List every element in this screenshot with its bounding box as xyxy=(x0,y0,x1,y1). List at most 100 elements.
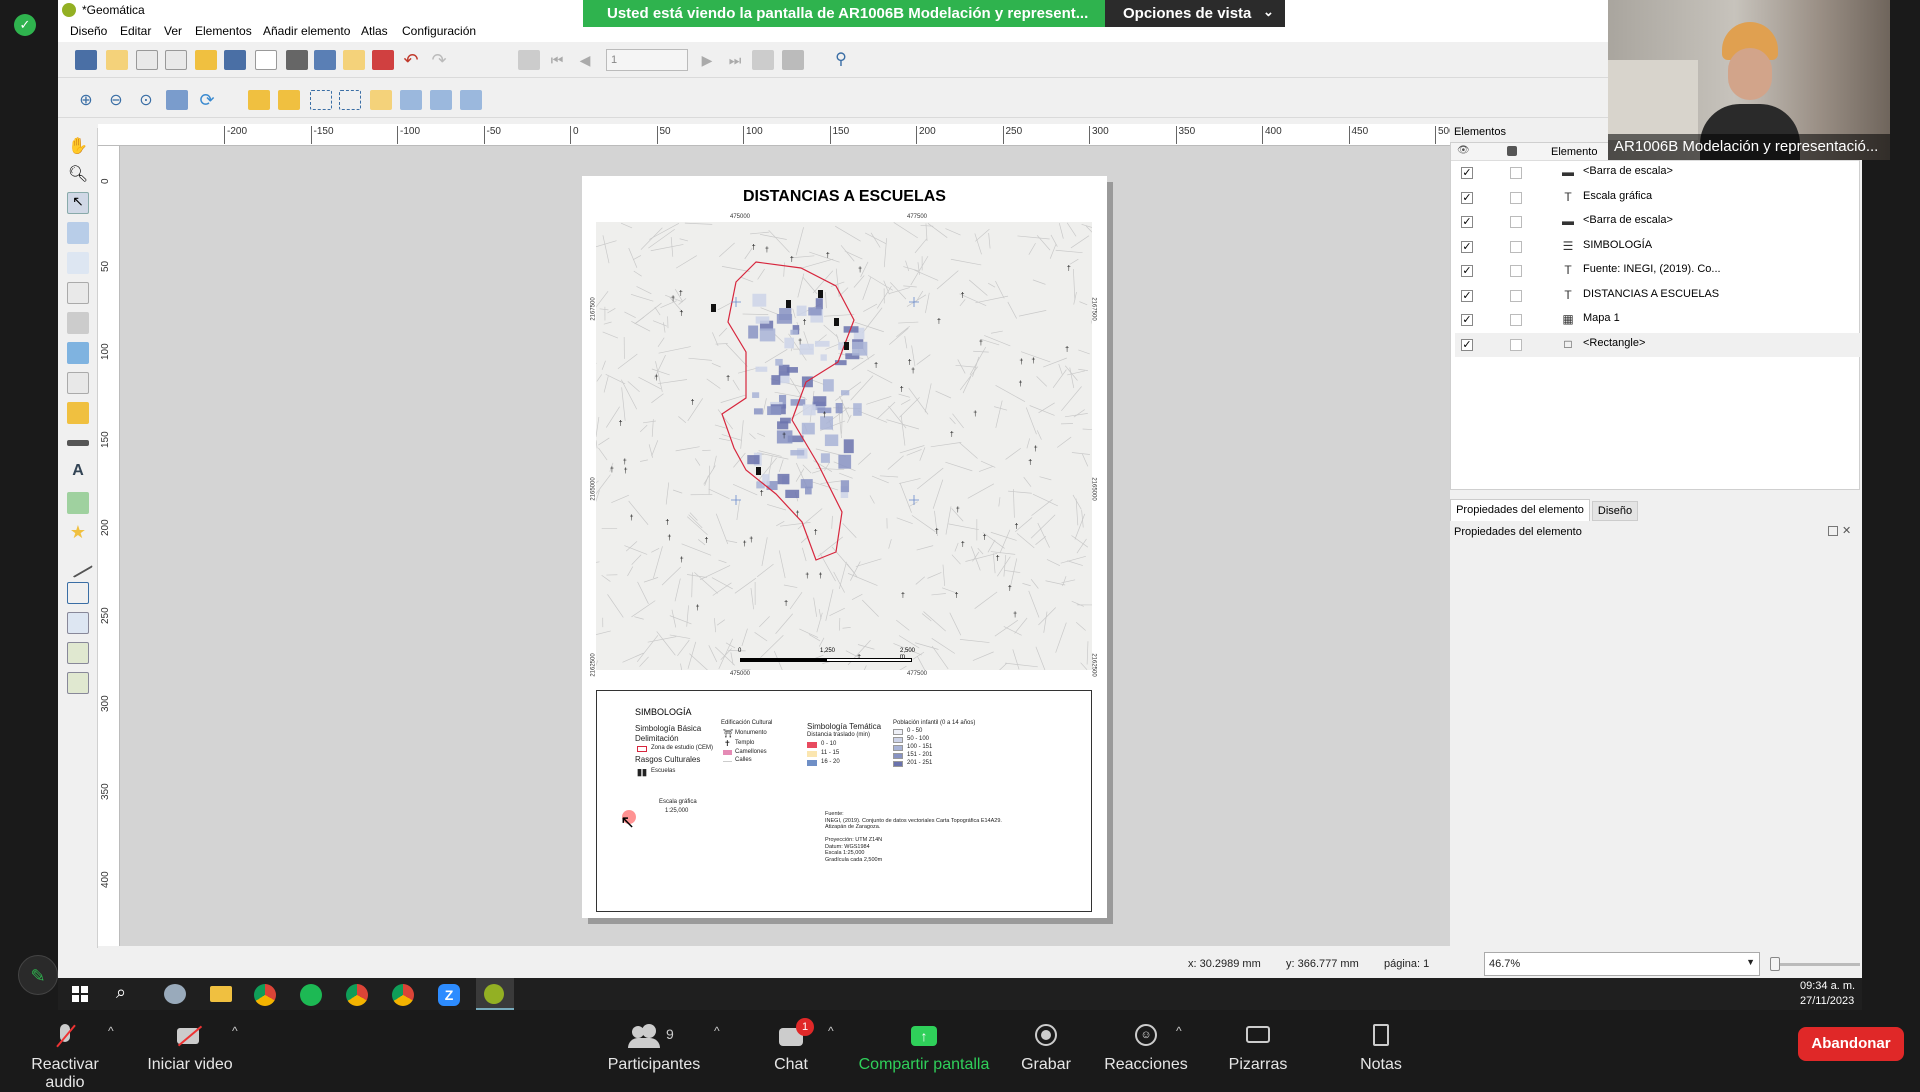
add-fixed-table-icon[interactable] xyxy=(67,672,89,694)
zoom-app-icon[interactable]: Z xyxy=(438,984,460,1006)
reactions-chevron-icon[interactable]: ^ xyxy=(1176,1024,1182,1038)
zoom-slider[interactable] xyxy=(1770,963,1860,966)
add-shape-icon[interactable] xyxy=(67,492,89,514)
chrome-icon-3[interactable] xyxy=(392,984,414,1006)
participant-video[interactable]: AR1006B Modelación y representació... xyxy=(1608,0,1890,160)
raise-items-icon[interactable] xyxy=(370,90,392,110)
export-pdf-icon[interactable] xyxy=(372,50,394,70)
group-items-icon[interactable] xyxy=(310,90,332,110)
prev-feature-icon[interactable]: ◀ xyxy=(574,50,596,70)
column-header-element[interactable]: Elemento xyxy=(1551,146,1597,158)
atlas-preview-icon[interactable] xyxy=(518,50,540,70)
visibility-checkbox[interactable]: ✓ xyxy=(1461,241,1473,253)
unmute-audio-button[interactable]: Reactivar audio xyxy=(10,1024,120,1092)
distribute-icon[interactable] xyxy=(430,90,452,110)
qgis-taskbar-icon[interactable] xyxy=(476,978,514,1010)
zoom-tool-icon[interactable]: 🔍︎ xyxy=(67,164,89,186)
chrome-icon-2[interactable] xyxy=(346,984,368,1006)
menu-elementos[interactable]: Elementos xyxy=(195,24,252,38)
scale-bar[interactable]: 0 1,250 2,500 m xyxy=(740,652,912,666)
lock-checkbox[interactable] xyxy=(1510,241,1522,253)
next-feature-icon[interactable]: ▶ xyxy=(696,50,718,70)
layout-canvas[interactable]: DISTANCIAS A ESCUELAS ††††††††††††††††††… xyxy=(120,146,1496,946)
participants-chevron-icon[interactable]: ^ xyxy=(714,1024,720,1038)
export-svg-icon[interactable] xyxy=(343,50,365,70)
item-row[interactable]: ✓TFuente: INEGI, (2019). Co... xyxy=(1455,259,1861,283)
save-template-icon[interactable] xyxy=(224,50,246,70)
add-page-icon[interactable] xyxy=(255,50,277,70)
menu-anadir-elemento[interactable]: Añadir elemento xyxy=(263,24,350,38)
float-panel-icon[interactable] xyxy=(1828,526,1838,536)
lock-checkbox[interactable] xyxy=(1510,167,1522,179)
lock-checkbox[interactable] xyxy=(1510,265,1522,277)
menu-configuracion[interactable]: Configuración xyxy=(402,24,476,38)
add-picture-icon[interactable] xyxy=(67,372,89,394)
chat-chevron-icon[interactable]: ^ xyxy=(828,1024,834,1038)
lock-checkbox[interactable] xyxy=(1510,216,1522,228)
tab-design[interactable]: Diseño xyxy=(1592,501,1638,521)
item-row[interactable]: ✓▬<Barra de escala> xyxy=(1455,210,1861,234)
tab-item-properties[interactable]: Propiedades del elemento xyxy=(1450,499,1590,521)
new-layout-icon[interactable] xyxy=(106,50,128,70)
map-item[interactable]: ††††††††††††††††††††††††††††††††††††††††… xyxy=(596,222,1092,670)
whiteboards-button[interactable]: Pizarras xyxy=(1226,1024,1290,1074)
visibility-checkbox[interactable]: ✓ xyxy=(1461,339,1473,351)
add-polygon-icon[interactable] xyxy=(67,582,89,604)
lock-checkbox[interactable] xyxy=(1510,314,1522,326)
item-row[interactable]: ✓☰SIMBOLOGÍA xyxy=(1455,235,1861,259)
visibility-checkbox[interactable]: ✓ xyxy=(1461,314,1473,326)
add-attribute-table-icon[interactable] xyxy=(67,642,89,664)
atlas-settings-icon[interactable]: ⚲ xyxy=(830,50,852,70)
print-atlas-icon[interactable] xyxy=(752,50,774,70)
layout-manager-icon[interactable] xyxy=(165,50,187,70)
resize-icon[interactable] xyxy=(460,90,482,110)
add-page-tool-icon[interactable] xyxy=(67,282,89,304)
chrome-icon[interactable] xyxy=(254,984,276,1006)
record-button[interactable]: Grabar xyxy=(1016,1024,1076,1074)
export-image-icon[interactable] xyxy=(314,50,336,70)
add-north-arrow-icon[interactable]: A xyxy=(67,462,89,484)
move-content-icon[interactable] xyxy=(67,222,89,244)
save-icon[interactable] xyxy=(75,50,97,70)
search-icon[interactable]: ⌕ xyxy=(116,982,126,1003)
participants-button[interactable]: 9 Participantes xyxy=(598,1024,710,1074)
last-feature-icon[interactable]: ⏭ xyxy=(724,50,746,70)
start-video-button[interactable]: Iniciar video xyxy=(140,1024,240,1074)
chevron-down-icon[interactable]: ▼ xyxy=(1746,957,1755,967)
add-legend-icon[interactable] xyxy=(67,402,89,424)
visibility-checkbox[interactable]: ✓ xyxy=(1461,192,1473,204)
menu-editar[interactable]: Editar xyxy=(120,24,151,38)
item-row[interactable]: ✓TEscala gráfica xyxy=(1455,186,1861,210)
lock-items-icon[interactable] xyxy=(248,90,270,110)
windows-start-icon[interactable] xyxy=(72,986,88,1002)
item-row[interactable]: ✓▬<Barra de escala> xyxy=(1455,161,1861,185)
visibility-checkbox[interactable]: ✓ xyxy=(1461,216,1473,228)
zoom-actual-icon[interactable]: ⊙ xyxy=(135,90,157,110)
lock-checkbox[interactable] xyxy=(1510,339,1522,351)
add-marker-icon[interactable]: ★ xyxy=(67,522,89,544)
lock-checkbox[interactable] xyxy=(1510,192,1522,204)
map-title[interactable]: DISTANCIAS A ESCUELAS xyxy=(582,188,1107,206)
zoom-in-icon[interactable]: ⊕ xyxy=(75,90,97,110)
notes-button[interactable]: Notas xyxy=(1354,1024,1408,1074)
visibility-checkbox[interactable]: ✓ xyxy=(1461,265,1473,277)
zoom-combo[interactable]: 46.7% ▼ xyxy=(1484,952,1760,976)
menu-atlas[interactable]: Atlas xyxy=(361,24,388,38)
atlas-page-field[interactable]: 1 xyxy=(606,49,688,71)
item-row[interactable]: ✓□<Rectangle> xyxy=(1455,333,1861,357)
refresh-icon[interactable]: ⟳ xyxy=(196,90,218,110)
item-row[interactable]: ✓TDISTANCIAS A ESCUELAS xyxy=(1455,284,1861,308)
spotify-icon[interactable] xyxy=(300,984,322,1006)
add-map-icon[interactable] xyxy=(67,342,89,364)
ungroup-items-icon[interactable] xyxy=(339,90,361,110)
visibility-checkbox[interactable]: ✓ xyxy=(1461,167,1473,179)
print-icon[interactable] xyxy=(286,50,308,70)
export-atlas-icon[interactable] xyxy=(782,50,804,70)
redo-icon[interactable]: ↷ xyxy=(428,50,450,70)
video-options-chevron-icon[interactable]: ^ xyxy=(232,1024,238,1038)
close-panel-icon[interactable]: ✕ xyxy=(1842,524,1851,537)
layout-page[interactable]: DISTANCIAS A ESCUELAS ††††††††††††††††††… xyxy=(582,176,1107,918)
add-3d-map-icon[interactable] xyxy=(67,312,89,334)
select-tool-icon[interactable]: ↖ xyxy=(67,192,89,214)
undo-icon[interactable]: ↶ xyxy=(400,50,422,70)
